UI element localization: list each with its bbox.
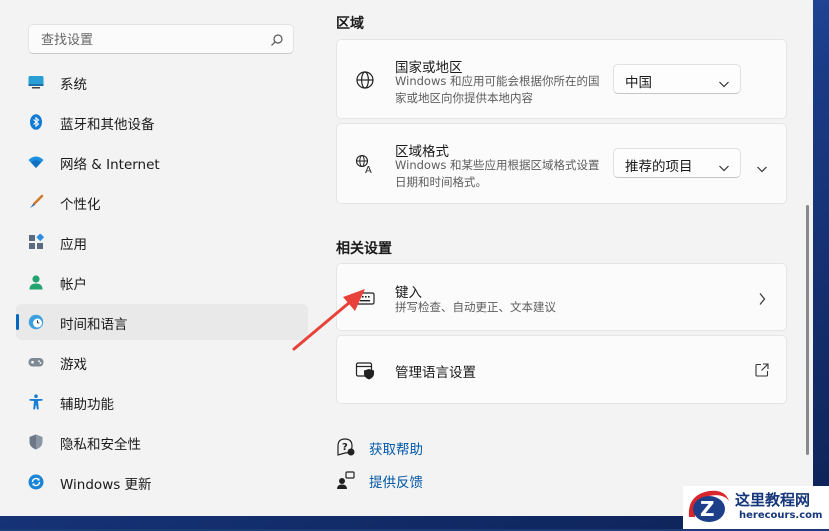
site-watermark: Z 这里教程网 herecours.com [683,486,829,529]
typing-description: 拼写检查、自动更正、文本建议 [395,300,556,314]
related-section-title: 相关设置 [336,241,392,257]
sidebar-item-accounts[interactable]: 帐户 [16,264,308,300]
sidebar-item-personalization[interactable]: 个性化 [16,184,308,220]
language-admin-title: 管理语言设置 [395,365,476,381]
sidebar-nav: 系统 蓝牙和其他设备 网络 & Internet 个性化 应用 帐户 时间和语言… [16,64,308,504]
sidebar-item-windows-update[interactable]: Windows 更新 [16,464,308,500]
country-region-dropdown[interactable]: 中国 [613,64,741,94]
language-admin-card[interactable]: 管理语言设置 [336,335,787,404]
sidebar-item-system[interactable]: 系统 [16,64,308,100]
typing-card[interactable]: 键入 拼写检查、自动更正、文本建议 [336,263,787,331]
country-region-description: Windows 和应用可能会根据你所在的国家或地区向你提供本地内容 [395,74,600,105]
sidebar-item-label: 帐户 [60,277,87,293]
sidebar-item-label: 网络 & Internet [60,157,160,173]
sidebar-item-label: 时间和语言 [60,317,128,333]
expand-chevron-icon[interactable] [756,159,768,178]
external-link-icon [755,362,769,381]
sidebar-item-apps[interactable]: 应用 [16,224,308,260]
bluetooth-icon [28,114,44,130]
search-box[interactable] [28,24,294,54]
sidebar-item-label: 蓝牙和其他设备 [60,117,155,133]
scrollbar[interactable] [806,205,809,455]
language-format-icon: A [355,154,375,176]
gamepad-icon [28,354,44,370]
chevron-down-icon [718,158,730,177]
accessibility-icon [28,394,44,410]
main-content: 区域 国家或地区 Windows 和应用可能会根据你所在的国家或地区向你提供本地… [336,0,788,516]
sidebar-item-bluetooth[interactable]: 蓝牙和其他设备 [16,104,308,140]
svg-text:A: A [365,165,372,174]
regional-format-card[interactable]: A 区域格式 Windows 和某些应用根据区域格式设置日期和时间格式。 推荐的… [336,123,787,204]
admin-shield-icon [355,360,375,380]
watermark-url: herecours.com [739,510,823,521]
person-icon [28,274,44,290]
sidebar-item-label: 系统 [60,77,87,93]
sidebar-item-label: Windows 更新 [60,477,152,493]
settings-window: 系统 蓝牙和其他设备 网络 & Internet 个性化 应用 [0,0,813,516]
search-icon[interactable] [270,32,284,51]
sidebar-item-label: 应用 [60,237,87,253]
region-section-title: 区域 [336,16,364,32]
sidebar-item-label: 游戏 [60,357,87,373]
feedback-icon [336,470,356,490]
site-logo-icon: Z [685,487,731,531]
regional-format-value: 推荐的项目 [625,159,693,175]
apps-icon [28,233,45,250]
wifi-icon [28,154,44,170]
watermark-title: 这里教程网 [735,491,811,509]
give-feedback-label: 提供反馈 [369,475,423,491]
chevron-right-icon [757,291,767,310]
sidebar-item-accessibility[interactable]: 辅助功能 [16,384,308,420]
svg-text:Z: Z [700,497,715,521]
sidebar-item-label: 隐私和安全性 [60,437,141,453]
chevron-down-icon [718,74,730,93]
regional-format-dropdown[interactable]: 推荐的项目 [613,148,741,178]
sidebar-item-gaming[interactable]: 游戏 [16,344,308,380]
regional-format-description: Windows 和某些应用根据区域格式设置日期和时间格式。 [395,158,600,189]
sidebar-item-network[interactable]: 网络 & Internet [16,144,308,180]
sidebar-item-label: 个性化 [60,197,101,213]
svg-text:?: ? [342,442,348,453]
get-help-label: 获取帮助 [369,442,423,458]
sidebar-item-time-language[interactable]: 时间和语言 [16,304,308,340]
update-icon [28,474,44,490]
country-region-card: 国家或地区 Windows 和应用可能会根据你所在的国家或地区向你提供本地内容 … [336,39,787,119]
help-icon: ? [336,437,356,457]
typing-title: 键入 [395,285,422,301]
globe-icon [355,70,375,90]
clock-globe-icon [28,314,44,330]
sidebar-item-privacy[interactable]: 隐私和安全性 [16,424,308,460]
brush-icon [28,194,44,210]
country-region-value: 中国 [625,75,652,91]
shield-icon [28,434,44,450]
search-input[interactable] [39,30,263,50]
keyboard-icon [355,288,375,308]
sidebar-item-label: 辅助功能 [60,397,114,413]
monitor-icon [28,74,44,90]
